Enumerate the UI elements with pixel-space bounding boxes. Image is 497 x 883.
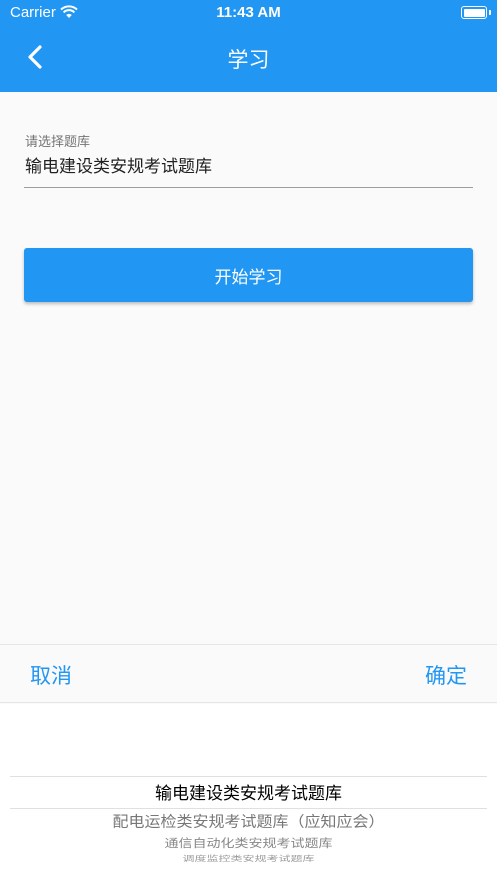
picker-cancel-button[interactable]: 取消 xyxy=(30,660,72,690)
question-bank-select[interactable]: 输电建设类安规考试题库 xyxy=(25,152,212,177)
battery-tip xyxy=(489,10,491,15)
status-time: 11:43 AM xyxy=(216,4,281,21)
page-title: 学习 xyxy=(227,48,270,72)
battery-icon xyxy=(461,6,487,19)
picker-confirm-button[interactable]: 确定 xyxy=(425,660,467,690)
picker-option[interactable]: 输电建设类安规考试题库 xyxy=(0,779,497,804)
app-bar: Carrier 11:43 AM 学习 xyxy=(0,0,497,92)
question-bank-field-label: 请选择题库 xyxy=(25,135,91,150)
picker-option[interactable]: 配电运检类安规考试题库（应知应会） xyxy=(0,809,497,831)
picker-toolbar: 取消 确定 xyxy=(0,644,497,703)
start-study-button[interactable]: 开始学习 xyxy=(24,248,473,302)
field-underline xyxy=(24,187,473,188)
selection-indicator-top xyxy=(10,776,487,777)
picker-wheel[interactable]: 输电建设类安规考试题库 配电运检类安规考试题库（应知应会） 通信自动化类安规考试… xyxy=(0,704,497,883)
picker-option[interactable]: 通信自动化类安规考试题库 xyxy=(0,835,497,851)
picker-option[interactable]: 调度监控类安规考试题库 xyxy=(0,853,497,863)
status-bar: Carrier 11:43 AM xyxy=(0,0,497,26)
